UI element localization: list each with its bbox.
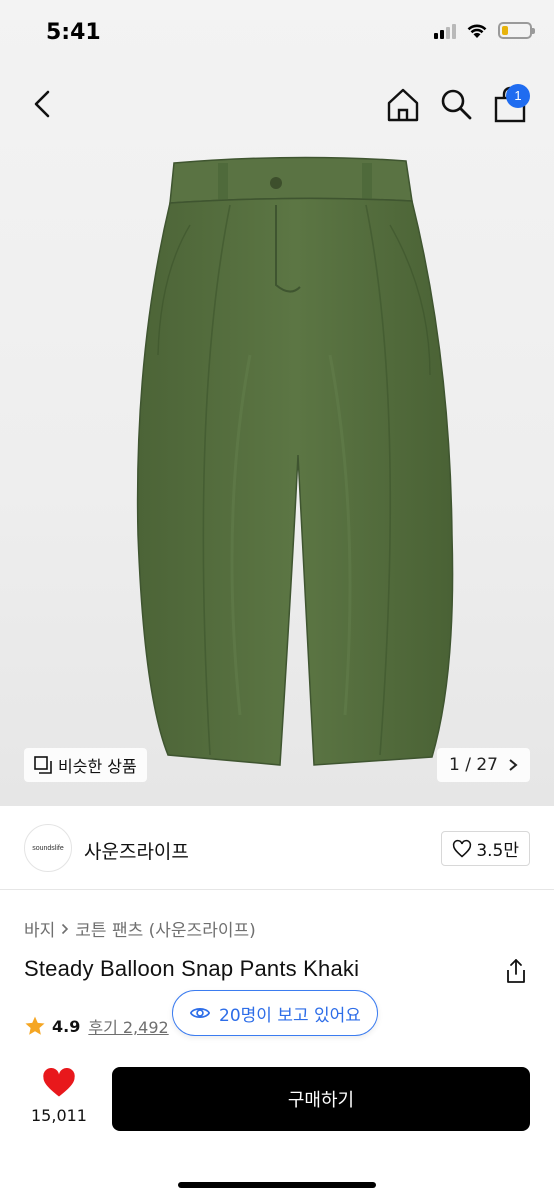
brand-logo[interactable]: soundslife bbox=[24, 824, 72, 872]
bottom-action-bar: 15,011 구매하기 bbox=[0, 1050, 554, 1200]
page-counter-text: 1 / 27 bbox=[449, 755, 498, 775]
favorite-count: 15,011 bbox=[31, 1106, 87, 1125]
cart-count-badge: 1 bbox=[506, 84, 530, 108]
search-icon[interactable] bbox=[438, 86, 474, 122]
image-page-counter[interactable]: 1 / 27 bbox=[437, 748, 530, 782]
brand-like-button[interactable]: 3.5만 bbox=[441, 831, 530, 866]
brand-row: soundslife 사운즈라이프 3.5만 bbox=[0, 806, 554, 890]
status-icons bbox=[434, 22, 535, 39]
status-bar: 5:41 bbox=[0, 0, 554, 66]
rating-score: 4.9 bbox=[52, 1016, 81, 1036]
eye-icon bbox=[189, 1008, 211, 1018]
similar-items-icon bbox=[34, 756, 52, 774]
viewers-toast: 20명이 보고 있어요 bbox=[172, 990, 378, 1036]
product-title: Steady Balloon Snap Pants Khaki bbox=[24, 956, 360, 981]
product-rating: 4.9 후기 2,492 bbox=[24, 1014, 169, 1038]
chevron-right-icon bbox=[62, 923, 69, 934]
viewers-text: 20명이 보고 있어요 bbox=[219, 1005, 361, 1026]
heart-filled-icon bbox=[43, 1067, 75, 1097]
favorite-button[interactable]: 15,011 bbox=[26, 1067, 92, 1125]
buy-button[interactable]: 구매하기 bbox=[112, 1067, 530, 1131]
back-arrow-icon[interactable] bbox=[26, 86, 62, 122]
home-indicator bbox=[178, 1182, 376, 1188]
heart-outline-icon bbox=[453, 839, 472, 857]
star-icon bbox=[25, 1016, 45, 1035]
cellular-signal-icon bbox=[434, 23, 456, 39]
breadcrumb-item[interactable]: 바지 bbox=[24, 916, 55, 941]
breadcrumb-item[interactable]: 코튼 팬츠 (사운즈라이프) bbox=[75, 916, 255, 941]
status-time: 5:41 bbox=[46, 20, 101, 45]
share-icon[interactable] bbox=[504, 958, 528, 984]
similar-products-label: 비슷한 상품 bbox=[58, 757, 137, 776]
brand-name[interactable]: 사운즈라이프 bbox=[84, 837, 189, 864]
top-nav bbox=[0, 78, 554, 130]
product-image[interactable] bbox=[130, 155, 460, 795]
brand-logo-text: soundslife bbox=[32, 844, 64, 852]
review-count-link[interactable]: 후기 2,492 bbox=[88, 1014, 168, 1038]
product-hero: 5:41 1 비슷한 상품 1 / 27 bbox=[0, 0, 554, 806]
battery-icon bbox=[498, 22, 535, 39]
home-icon[interactable] bbox=[384, 86, 422, 124]
chevron-right-icon bbox=[509, 759, 518, 771]
breadcrumb: 바지 코튼 팬츠 (사운즈라이프) bbox=[24, 916, 256, 941]
similar-products-button[interactable]: 비슷한 상품 bbox=[24, 748, 147, 782]
brand-like-count: 3.5만 bbox=[476, 841, 519, 861]
wifi-icon bbox=[467, 24, 487, 38]
